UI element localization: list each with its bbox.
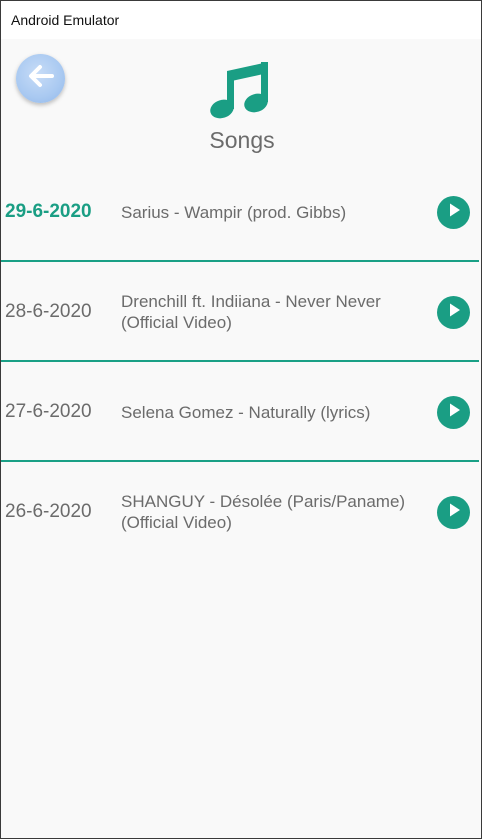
- song-date: 26-6-2020: [5, 501, 92, 522]
- song-title: Selena Gomez - Naturally (lyrics): [121, 402, 371, 422]
- song-date: 29-6-2020: [5, 201, 92, 222]
- arrow-left-icon: [24, 59, 58, 98]
- music-note-icon: [208, 59, 276, 123]
- window-title: Android Emulator: [1, 1, 481, 39]
- song-row[interactable]: 28-6-2020 Drenchill ft. Indiiana - Never…: [1, 262, 479, 362]
- play-icon: [446, 402, 462, 423]
- play-icon: [446, 202, 462, 223]
- play-button[interactable]: [437, 296, 470, 329]
- song-title: SHANGUY - Désolée (Paris/Paname) (Offici…: [121, 492, 406, 532]
- song-date: 28-6-2020: [5, 301, 92, 322]
- play-button[interactable]: [437, 396, 470, 429]
- play-icon: [446, 302, 462, 323]
- song-date: 27-6-2020: [5, 401, 92, 422]
- page-title: Songs: [209, 127, 275, 153]
- emulator-window: Android Emulator Songs 29-6-2020 Sarius: [0, 0, 482, 839]
- app-screen: Songs 29-6-2020 Sarius - Wampir (prod. G…: [1, 39, 481, 838]
- song-title: Drenchill ft. Indiiana - Never Never (Of…: [121, 292, 381, 332]
- song-title: Sarius - Wampir (prod. Gibbs): [121, 202, 347, 222]
- play-button[interactable]: [437, 496, 470, 529]
- song-row[interactable]: 29-6-2020 Sarius - Wampir (prod. Gibbs): [1, 162, 479, 262]
- play-icon: [446, 502, 462, 523]
- song-row[interactable]: 26-6-2020 SHANGUY - Désolée (Paris/Panam…: [1, 462, 479, 562]
- song-list: 29-6-2020 Sarius - Wampir (prod. Gibbs) …: [1, 162, 481, 562]
- play-button[interactable]: [437, 196, 470, 229]
- back-button[interactable]: [16, 54, 65, 103]
- song-row[interactable]: 27-6-2020 Selena Gomez - Naturally (lyri…: [1, 362, 479, 462]
